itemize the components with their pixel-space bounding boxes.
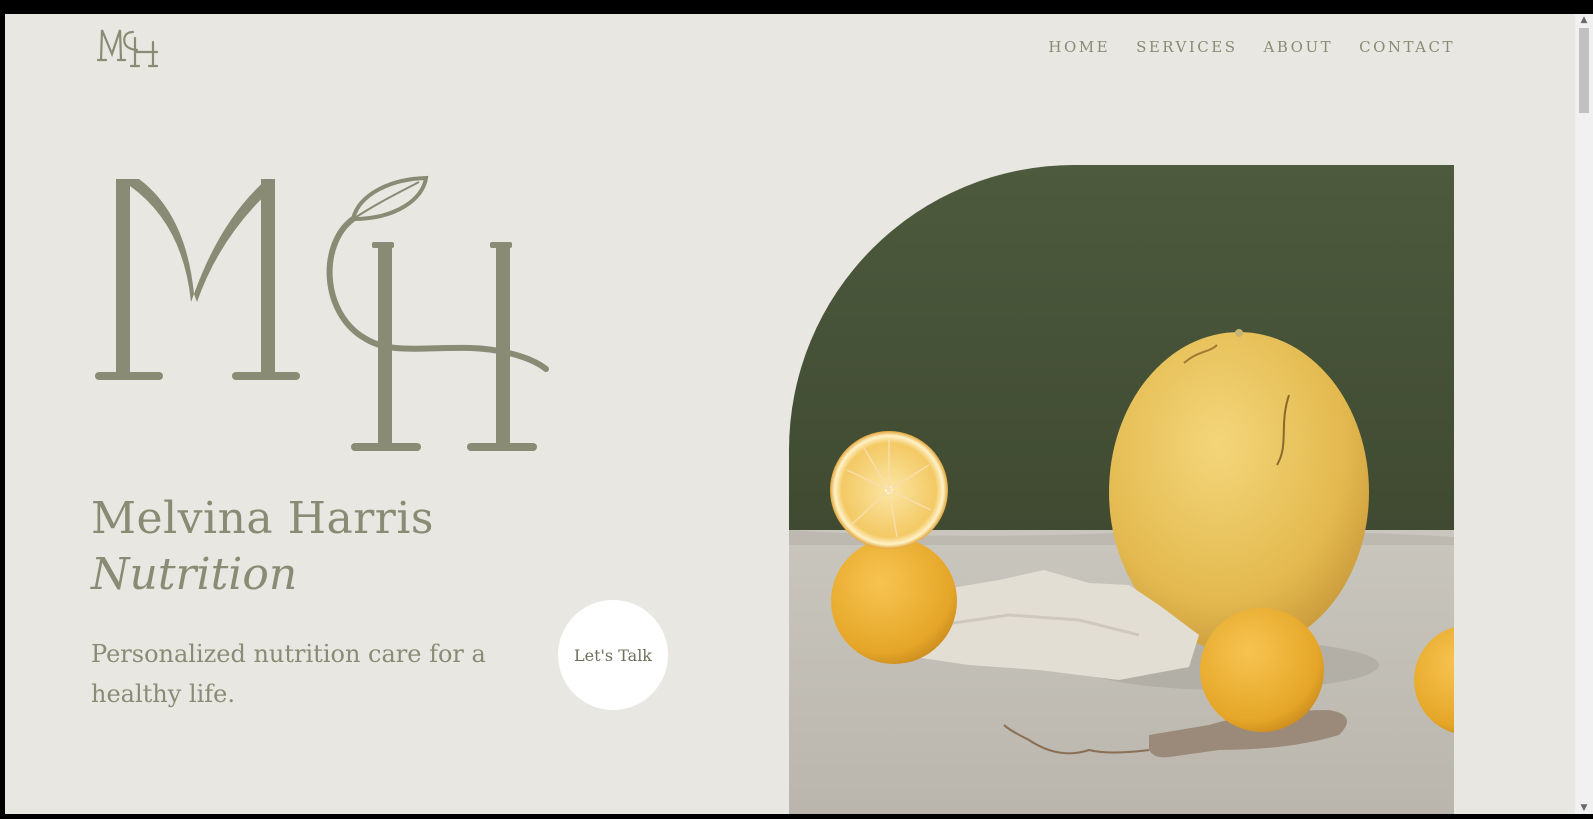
- scroll-up-icon[interactable]: ▲: [1579, 15, 1589, 25]
- nav-about[interactable]: ABOUT: [1264, 38, 1334, 56]
- lets-talk-button[interactable]: Let's Talk: [558, 600, 668, 710]
- page-title: Melvina Harris Nutrition: [91, 491, 434, 603]
- scrollbar-thumb[interactable]: [1579, 28, 1589, 113]
- nav-contact[interactable]: CONTACT: [1359, 38, 1455, 56]
- main-nav: HOME SERVICES ABOUT CONTACT: [1048, 38, 1455, 56]
- nav-home[interactable]: HOME: [1048, 38, 1110, 56]
- hero-photo: [789, 165, 1454, 814]
- scroll-down-icon[interactable]: ▼: [1579, 803, 1589, 813]
- page: HOME SERVICES ABOUT CONTACT Melvina Harr…: [5, 14, 1575, 814]
- still-life-photo: [789, 165, 1454, 814]
- nav-services[interactable]: SERVICES: [1136, 38, 1237, 56]
- title-subtitle: Nutrition: [91, 549, 298, 600]
- page-scrollbar[interactable]: ▲ ▼: [1575, 14, 1593, 814]
- monogram-logo: [95, 175, 549, 451]
- tagline: Personalized nutrition care for a health…: [91, 640, 486, 708]
- logo-small[interactable]: [95, 24, 165, 70]
- title-name: Melvina Harris: [91, 493, 434, 544]
